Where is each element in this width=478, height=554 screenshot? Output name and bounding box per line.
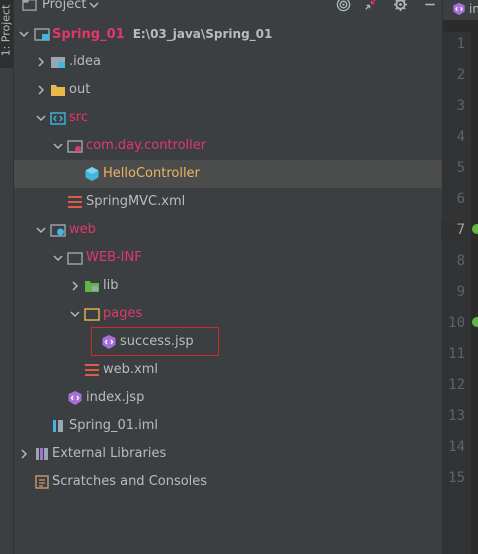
gutter-marker-icon[interactable] [471, 222, 478, 236]
project-tool-window-label: 1: Project [0, 4, 13, 57]
line-number: 8 [456, 253, 465, 269]
tree-row-hello-controller[interactable]: HelloController [14, 160, 442, 188]
tree-item-label: lib [103, 278, 119, 293]
tree-row-idea[interactable]: .idea [14, 48, 442, 76]
gear-icon[interactable] [393, 0, 408, 12]
libraries-icon [36, 448, 48, 460]
chevron-down-icon[interactable] [88, 0, 100, 11]
iml-file-icon [53, 420, 63, 432]
tree-item-label: src [69, 110, 88, 125]
module-folder-icon [34, 28, 50, 41]
package-icon [67, 140, 83, 153]
tree-row-web[interactable]: web [14, 216, 442, 244]
line-number: 14 [448, 439, 465, 455]
tree-item-label: pages [103, 306, 143, 321]
chevron-down-icon[interactable] [52, 252, 64, 264]
chevron-down-icon[interactable] [35, 224, 47, 236]
line-number-gutter: 1 2 3 4 5 6 7 8 9 10 11 12 13 14 15 [441, 32, 478, 554]
idea-folder-icon [51, 57, 65, 68]
minimize-icon[interactable] [424, 0, 436, 12]
line-number: 11 [448, 346, 465, 362]
folder-icon [84, 308, 100, 321]
tree-row-scratches[interactable]: Scratches and Consoles [14, 468, 442, 496]
tree-row-out[interactable]: out [14, 76, 442, 104]
tree-item-label: Scratches and Consoles [52, 474, 208, 489]
jsp-file-icon [453, 2, 465, 16]
tree-row-lib[interactable]: lib [14, 272, 442, 300]
editor-tab[interactable]: in [443, 0, 478, 20]
chevron-down-icon[interactable] [18, 28, 30, 40]
line-number: 1 [456, 36, 465, 52]
library-folder-icon [85, 281, 99, 292]
tree-item-label: web [69, 222, 96, 237]
tree-row-springmvc-xml[interactable]: SpringMVC.xml [14, 188, 442, 216]
project-folder-icon [22, 0, 37, 11]
tree-row-pages[interactable]: pages [14, 300, 442, 328]
line-number-active: 7 [441, 220, 465, 240]
chevron-down-icon[interactable] [69, 308, 81, 320]
line-number: 6 [456, 191, 465, 207]
tree-item-label: WEB-INF [86, 250, 142, 265]
tree-row-external-libraries[interactable]: External Libraries [14, 440, 442, 468]
tree-item-label: HelloController [103, 166, 200, 181]
project-path: E:\03_java\Spring_01 [132, 27, 273, 41]
tree-item-label: External Libraries [52, 446, 167, 461]
locate-target-icon[interactable] [336, 0, 351, 12]
chevron-down-icon[interactable] [52, 140, 64, 152]
tree-item-label: out [69, 82, 91, 97]
line-number: 15 [448, 470, 465, 486]
tree-item-label: .idea [69, 54, 101, 69]
project-tool-window-tab[interactable]: 1: Project [0, 0, 13, 68]
chevron-right-icon[interactable] [35, 56, 47, 68]
tree-row-index-jsp[interactable]: index.jsp [14, 384, 442, 412]
scratches-icon [35, 475, 49, 489]
source-folder-icon [50, 112, 66, 125]
tree-row-package[interactable]: com.day.controller [14, 132, 442, 160]
tree-row-web-inf[interactable]: WEB-INF [14, 244, 442, 272]
folder-icon [51, 85, 65, 96]
project-panel: Project Spring_01 E:\03_java\Spring_01 .… [14, 0, 442, 554]
chevron-down-icon[interactable] [35, 112, 47, 124]
gutter-marker-icon[interactable] [471, 315, 478, 329]
line-number: 12 [448, 377, 465, 393]
tree-item-label: Spring_01.iml [69, 418, 159, 433]
line-number: 13 [448, 408, 465, 424]
tree-row-web-xml[interactable]: web.xml [14, 356, 442, 384]
tree-item-label: web.xml [103, 362, 158, 377]
tree-item-label: index.jsp [86, 390, 145, 405]
line-number: 3 [456, 98, 465, 114]
project-toolbar: Project [14, 0, 442, 18]
folder-icon [67, 252, 83, 265]
tree-row-spring-01[interactable]: Spring_01 E:\03_java\Spring_01 [14, 20, 442, 48]
editor-area: in 1 2 3 4 5 6 7 8 9 10 11 12 13 14 15 [441, 0, 478, 554]
xml-file-icon [68, 196, 82, 208]
project-view-title[interactable]: Project [42, 0, 86, 13]
tree-row-spring-01-iml[interactable]: Spring_01.iml [14, 412, 442, 440]
line-number: 2 [456, 67, 465, 83]
xml-file-icon [85, 364, 99, 376]
tree-row-src[interactable]: src [14, 104, 442, 132]
chevron-right-icon[interactable] [18, 448, 30, 460]
chevron-right-icon[interactable] [69, 280, 81, 292]
tree-item-label: com.day.controller [86, 138, 207, 153]
chevron-right-icon[interactable] [35, 84, 47, 96]
highlight-annotation-box [91, 327, 219, 356]
line-number: 10 [448, 315, 465, 331]
tree-row-success-jsp[interactable]: success.jsp [14, 328, 442, 356]
line-number: 9 [456, 284, 465, 300]
tree-item-label: SpringMVC.xml [86, 194, 186, 209]
line-number: 4 [456, 129, 465, 145]
tree-item-label: Spring_01 E:\03_java\Spring_01 [52, 27, 273, 42]
editor-tab-label: in [469, 2, 478, 16]
collapse-all-icon[interactable] [363, 0, 378, 12]
tool-window-strip: 1: Project [0, 0, 14, 554]
line-number: 5 [456, 160, 465, 176]
jsp-file-icon [68, 391, 82, 405]
web-folder-icon [50, 224, 66, 237]
class-icon [85, 167, 99, 181]
